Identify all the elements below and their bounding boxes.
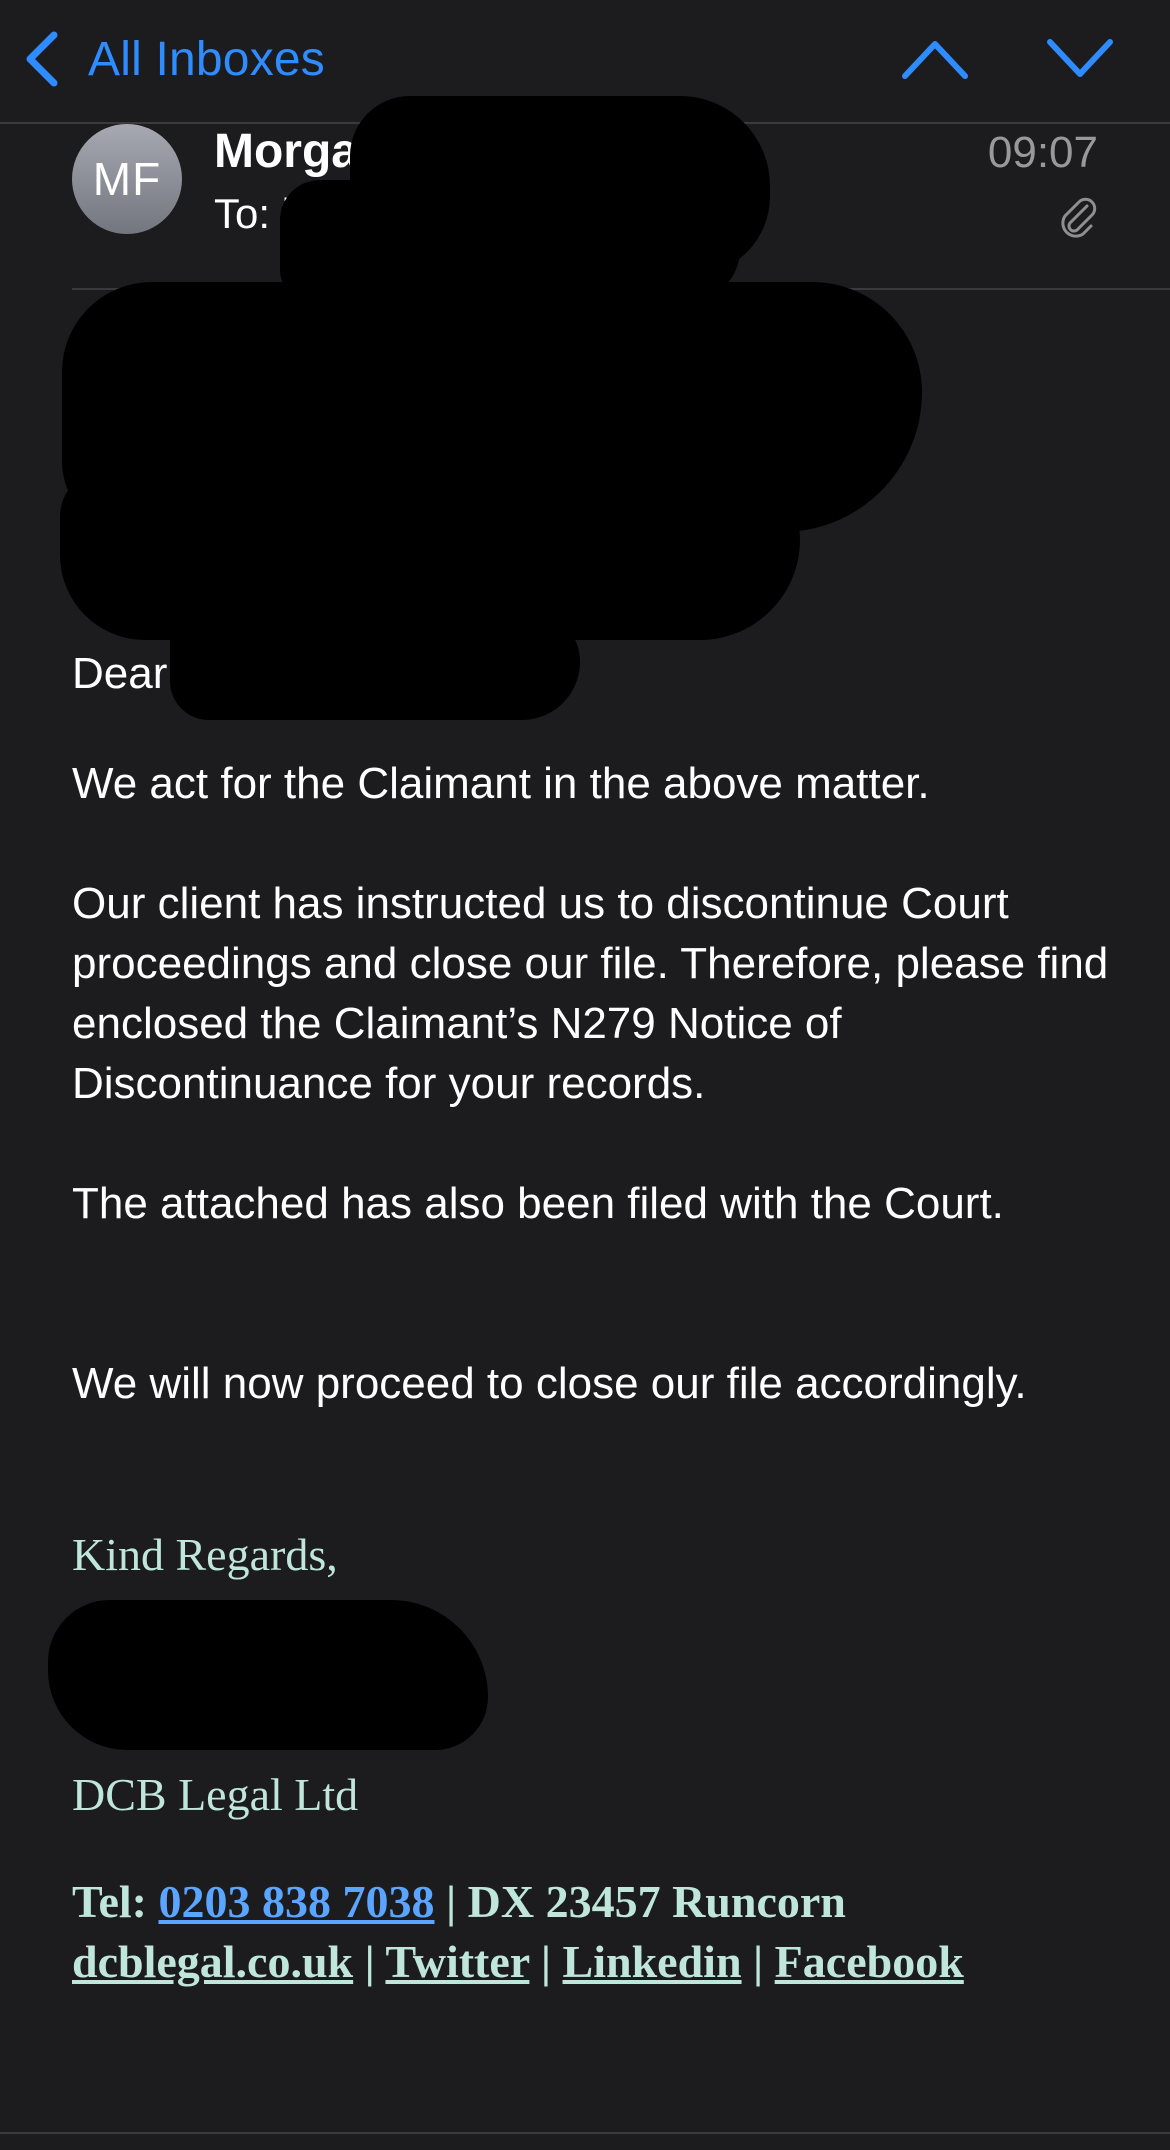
body-paragraph-4: We will now proceed to close our file ac… bbox=[72, 1359, 1027, 1408]
attachment-icon bbox=[1061, 197, 1097, 238]
separator: | bbox=[445, 1876, 457, 1927]
chevron-up-icon[interactable] bbox=[900, 30, 970, 86]
redaction-signature-name bbox=[48, 1600, 488, 1750]
contact-line-2: dcblegal.co.uk | Twitter | Linkedin | Fa… bbox=[72, 1932, 964, 1992]
linkedin-link[interactable]: Linkedin bbox=[563, 1936, 742, 1987]
dx-address: DX 23457 Runcorn bbox=[467, 1876, 846, 1927]
body-paragraph-1: We act for the Claimant in the above mat… bbox=[72, 759, 930, 808]
contact-line-1: Tel: 0203 838 7038 | DX 23457 Runcorn bbox=[72, 1872, 964, 1932]
separator: | bbox=[364, 1936, 375, 1987]
facebook-link[interactable]: Facebook bbox=[775, 1936, 964, 1987]
back-button-label: All Inboxes bbox=[88, 32, 325, 86]
redaction-greeting bbox=[170, 610, 580, 720]
body-paragraph-3: The attached has also been filed with th… bbox=[72, 1179, 1004, 1228]
contact-block: Tel: 0203 838 7038 | DX 23457 Runcorn dc… bbox=[72, 1872, 964, 1992]
message-time: 09:07 bbox=[987, 128, 1098, 177]
twitter-link[interactable]: Twitter bbox=[385, 1936, 529, 1987]
bottom-divider bbox=[0, 2132, 1170, 2134]
chevron-down-icon[interactable] bbox=[1045, 30, 1115, 86]
closing: Kind Regards, bbox=[72, 1529, 338, 1580]
back-chevron-icon bbox=[26, 31, 58, 87]
greeting: Dear bbox=[72, 649, 168, 698]
back-button[interactable]: All Inboxes bbox=[22, 24, 325, 94]
separator: | bbox=[753, 1936, 764, 1987]
separator: | bbox=[540, 1936, 552, 1987]
sender-avatar[interactable]: MF bbox=[72, 124, 182, 234]
phone-link[interactable]: 0203 838 7038 bbox=[158, 1876, 434, 1927]
company-name: DCB Legal Ltd bbox=[72, 1769, 359, 1820]
body-paragraph-2: Our client has instructed us to disconti… bbox=[72, 879, 1109, 1108]
tel-label: Tel: bbox=[72, 1876, 147, 1927]
website-link[interactable]: dcblegal.co.uk bbox=[72, 1936, 353, 1987]
avatar-initials: MF bbox=[92, 153, 162, 205]
